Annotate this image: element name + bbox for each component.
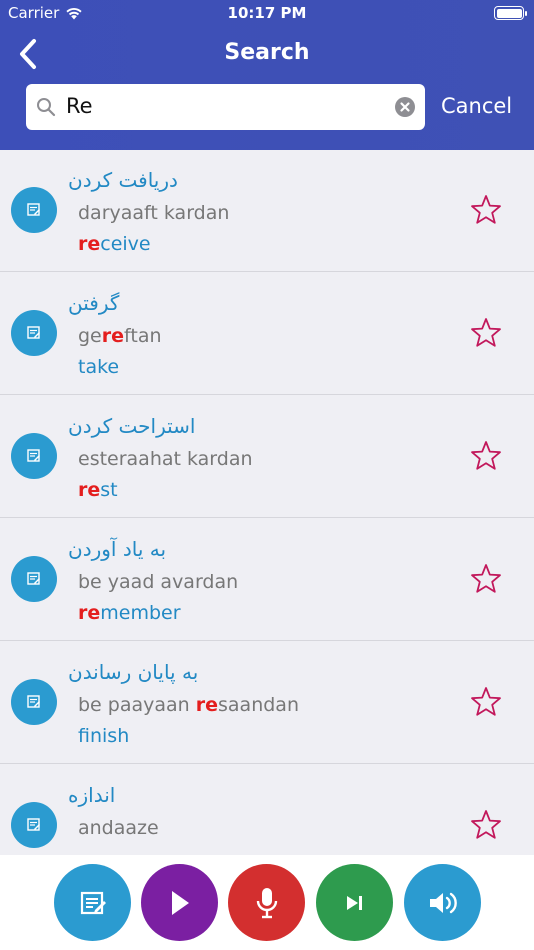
list-item[interactable]: به یاد آوردن be yaad avardan remember: [0, 519, 534, 641]
flashcard-badge[interactable]: [11, 310, 57, 356]
star-icon[interactable]: [470, 440, 502, 472]
note-edit-icon: [27, 818, 40, 831]
play-button[interactable]: [141, 864, 218, 941]
skip-next-icon: [346, 895, 362, 910]
microphone-button[interactable]: [228, 864, 305, 941]
note-edit-icon: [27, 572, 40, 585]
star-icon[interactable]: [470, 686, 502, 718]
speaker-button[interactable]: [404, 864, 481, 941]
transliteration: daryaaft kardan: [78, 202, 230, 224]
note-edit-icon: [27, 449, 40, 462]
transliteration: be yaad avardan: [78, 571, 239, 593]
flashcard-badge[interactable]: [11, 556, 57, 602]
search-value: Re: [66, 94, 93, 118]
transliteration: gereftan: [78, 325, 162, 347]
battery-icon: [494, 6, 527, 20]
note-edit-icon: [27, 326, 40, 339]
flashcard-button[interactable]: [54, 864, 131, 941]
flashcard-icon: [80, 891, 106, 914]
microphone-icon: [256, 887, 277, 918]
results-list: دریافت کردن daryaaft kardan receive گرفتن ge…: [0, 150, 534, 855]
transliteration: be paayaan resaandan: [78, 694, 299, 716]
list-item[interactable]: استراحت کردن esteraahat kardan rest: [0, 396, 534, 518]
status-time: 10:17 PM: [227, 4, 307, 22]
english-translation: remember: [78, 602, 181, 624]
search-input[interactable]: Re: [26, 84, 425, 130]
list-item[interactable]: گرفتن gereftan take: [0, 273, 534, 395]
search-highlight: re: [78, 602, 101, 624]
flashcard-badge[interactable]: [11, 679, 57, 725]
flashcard-badge[interactable]: [11, 187, 57, 233]
english-translation: take: [78, 356, 120, 378]
cancel-button[interactable]: Cancel: [441, 94, 512, 118]
list-item[interactable]: اندازه andaaze: [0, 765, 534, 855]
persian-word: گرفتن: [68, 291, 120, 315]
persian-word: به یاد آوردن: [68, 537, 167, 561]
search-icon: [37, 98, 56, 117]
flashcard-badge[interactable]: [11, 433, 57, 479]
star-icon[interactable]: [470, 317, 502, 349]
header: Carrier 10:17 PM Search Re Cancel: [0, 0, 534, 150]
list-item[interactable]: به پایان رساندن be paayaan resaandan finis…: [0, 642, 534, 764]
persian-word: به پایان رساندن: [68, 660, 199, 684]
english-translation: receive: [78, 233, 151, 255]
flashcard-badge[interactable]: [11, 802, 57, 848]
star-icon[interactable]: [470, 194, 502, 226]
search-highlight: re: [101, 325, 125, 347]
status-bar: Carrier 10:17 PM: [0, 0, 534, 28]
bottom-toolbar: [0, 855, 534, 950]
skip-next-button[interactable]: [316, 864, 393, 941]
page-title: Search: [224, 40, 310, 65]
search-highlight: re: [78, 479, 101, 501]
persian-word: استراحت کردن: [68, 414, 196, 438]
star-icon[interactable]: [470, 563, 502, 595]
note-edit-icon: [27, 695, 40, 708]
clear-search-icon[interactable]: [395, 97, 415, 117]
search-highlight: re: [78, 233, 101, 255]
english-translation: rest: [78, 479, 118, 501]
persian-word: اندازه: [68, 783, 116, 807]
note-edit-icon: [27, 203, 40, 216]
english-translation: finish: [78, 725, 130, 747]
transliteration: esteraahat kardan: [78, 448, 253, 470]
play-icon: [171, 890, 189, 915]
list-item[interactable]: دریافت کردن daryaaft kardan receive: [0, 150, 534, 272]
star-icon[interactable]: [470, 809, 502, 841]
speaker-icon: [429, 892, 457, 913]
transliteration: andaaze: [78, 817, 159, 839]
persian-word: دریافت کردن: [68, 168, 178, 192]
search-highlight: re: [195, 694, 219, 716]
